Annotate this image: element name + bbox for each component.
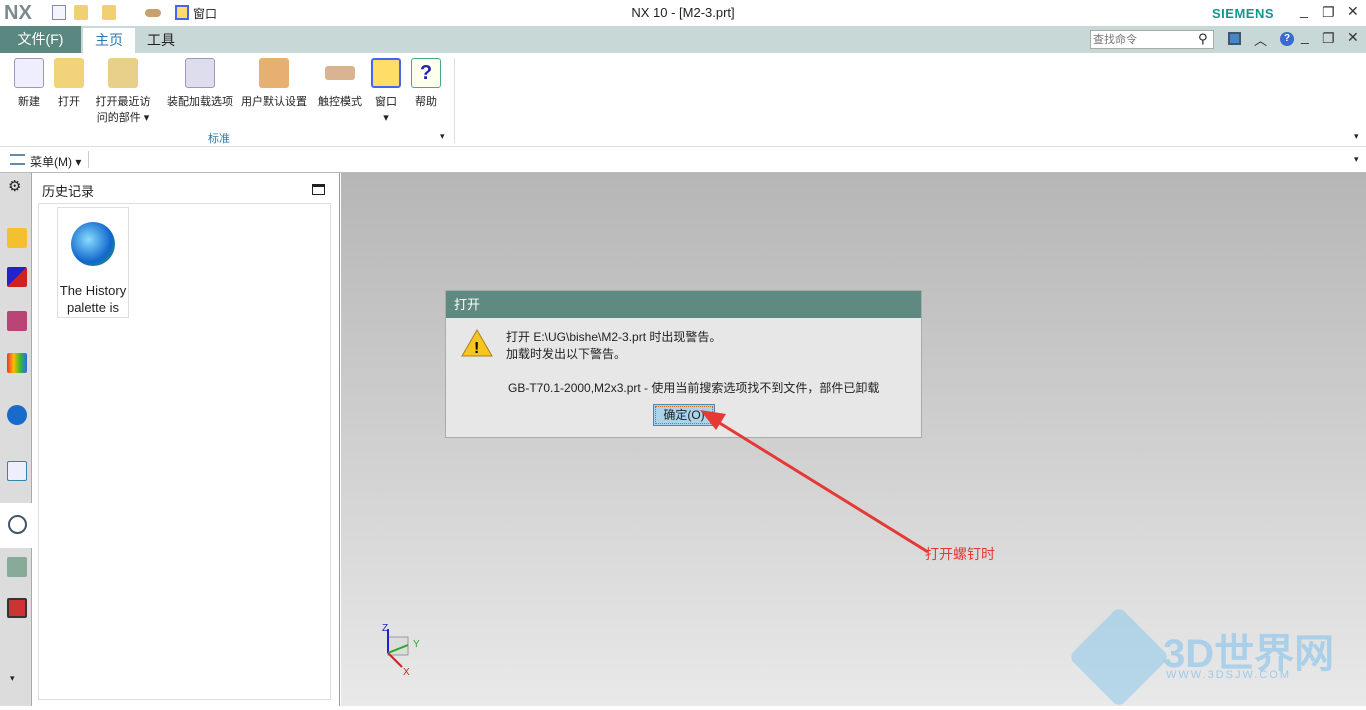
doc-restore-button[interactable]: ❐ xyxy=(1322,30,1335,47)
assembly-load-icon xyxy=(185,58,215,88)
divider xyxy=(454,58,455,143)
title-bar: NX 窗口 NX 10 - [M2-3.prt] SIEMENS _ ❐ ✕ xyxy=(0,0,1366,26)
history-panel: 历史记录 The History palette is xyxy=(32,173,340,706)
info-icon[interactable] xyxy=(7,405,27,425)
graphics-window[interactable]: Z Y X 3D世界网 WWW.3DSJW.COM xyxy=(341,173,1366,708)
doc-minimize-button[interactable]: _ xyxy=(1301,28,1309,44)
touch-mode-icon xyxy=(325,66,355,80)
help-icon: ? xyxy=(411,58,441,88)
user-defaults-icon xyxy=(259,58,289,88)
resource-bar: ⚙ ▾ xyxy=(0,173,32,706)
user-defaults-button[interactable]: 用户默认设置 xyxy=(240,58,308,110)
fullscreen-icon[interactable] xyxy=(1228,32,1241,45)
roles-icon[interactable] xyxy=(7,598,27,618)
clock-icon xyxy=(8,515,27,534)
triad-y-label: Y xyxy=(413,639,420,650)
toolbar-options-icon[interactable]: ▾ xyxy=(1354,154,1359,165)
dialog-message: 打开 E:\UG\bishe\M2-3.prt 时出现警告。 xyxy=(506,330,722,344)
assembly-load-options-button[interactable]: 装配加载选项 xyxy=(166,58,234,110)
restore-button[interactable]: ❐ xyxy=(1322,4,1335,21)
watermark-url: WWW.3DSJW.COM xyxy=(1166,669,1291,681)
touch-mode-button[interactable]: 触控模式 xyxy=(316,58,364,110)
ok-button[interactable]: 确定(O) xyxy=(653,404,715,426)
minimize-button[interactable]: _ xyxy=(1300,2,1308,18)
ribbon-tabs: 文件(F) 主页 工具 ⚲ ︿ ? _ ❐ ✕ xyxy=(0,26,1366,53)
history-list: The History palette is xyxy=(38,203,331,700)
history-item[interactable]: The History palette is xyxy=(57,207,129,318)
menu-bar: 菜单(M) ▾ ▾ xyxy=(0,147,1366,173)
tab-file[interactable]: 文件(F) xyxy=(0,26,81,53)
tab-tools[interactable]: 工具 xyxy=(137,28,185,53)
web-browser-icon[interactable] xyxy=(7,461,27,481)
panel-title: 历史记录 xyxy=(42,184,95,199)
recent-icon xyxy=(108,58,138,88)
group-expand-icon[interactable]: ▾ xyxy=(440,131,445,142)
ribbon-options-icon[interactable]: ▾ xyxy=(1354,131,1359,142)
group-label: 标准 xyxy=(208,133,230,145)
constraint-navigator-icon[interactable] xyxy=(7,267,27,287)
close-button[interactable]: ✕ xyxy=(1347,3,1359,20)
doc-close-button[interactable]: ✕ xyxy=(1347,29,1359,46)
help-icon[interactable]: ? xyxy=(1280,32,1294,46)
watermark-logo-icon xyxy=(1068,606,1170,708)
assembly-navigator-icon[interactable] xyxy=(7,228,27,248)
triad-x-label: X xyxy=(403,667,410,678)
new-button[interactable]: 新建 xyxy=(12,58,46,110)
scroll-down-icon[interactable]: ▾ xyxy=(10,673,15,684)
window-title: NX 10 - [M2-3.prt] xyxy=(631,5,735,20)
open-button[interactable]: 打开 xyxy=(52,58,86,110)
search-icon[interactable]: ⚲ xyxy=(1198,31,1208,47)
reuse-library-icon[interactable] xyxy=(7,353,27,373)
view-triad: Z Y X xyxy=(382,623,420,678)
help-button[interactable]: ? 帮助 xyxy=(410,58,442,110)
history-tab[interactable] xyxy=(0,503,32,548)
menu-icon xyxy=(10,154,25,165)
warning-icon: ! xyxy=(461,328,493,357)
divider xyxy=(88,151,89,168)
tab-home[interactable]: 主页 xyxy=(83,28,135,53)
open-recent-button[interactable]: 打开最近访 问的部件 ▾ xyxy=(92,58,154,126)
part-navigator-icon[interactable] xyxy=(7,311,27,331)
triad-z-label: Z xyxy=(382,623,388,634)
warning-dialog: 打开 ! 打开 E:\UG\bishe\M2-3.prt 时出现警告。 加载时发… xyxy=(445,290,922,438)
process-studio-icon[interactable] xyxy=(7,557,27,577)
svg-text:!: ! xyxy=(474,340,479,357)
dialog-title: 打开 xyxy=(446,291,921,318)
gear-icon[interactable]: ⚙ xyxy=(8,177,21,195)
open-folder-icon xyxy=(54,58,84,88)
ribbon: 新建 打开 打开最近访 问的部件 ▾ 装配加载选项 用户默认设置 触控模式 窗口 ▾… xyxy=(0,53,1366,147)
annotation-label: 打开螺钉时 xyxy=(925,546,995,562)
command-search-input[interactable] xyxy=(1090,30,1214,49)
collapse-ribbon-icon[interactable]: ︿ xyxy=(1254,30,1267,49)
dialog-detail: GB-T70.1-2000,M2x3.prt - 使用当前搜索选项找不到文件，部… xyxy=(508,381,880,395)
history-palette-icon xyxy=(71,222,115,266)
maximize-panel-icon[interactable] xyxy=(312,184,325,195)
menu-button[interactable]: 菜单(M) ▾ xyxy=(30,153,81,170)
window-icon xyxy=(371,58,401,88)
dialog-message-2: 加载时发出以下警告。 xyxy=(506,347,627,361)
new-file-icon xyxy=(14,58,44,88)
window-button[interactable]: 窗口 ▾ xyxy=(370,58,402,126)
siemens-logo: SIEMENS xyxy=(1212,6,1275,21)
